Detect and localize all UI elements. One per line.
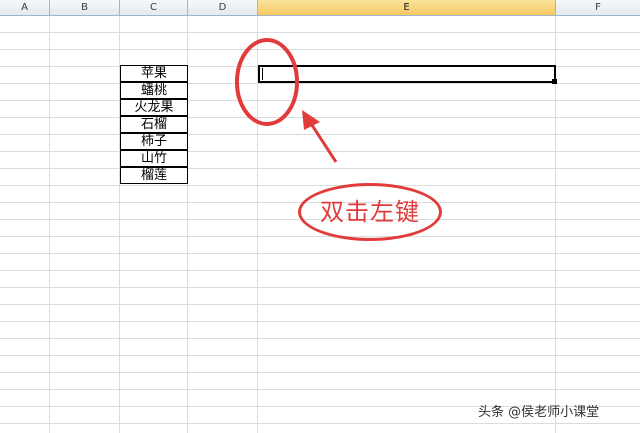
watermark: 头条 @侯老师小课堂 (478, 405, 600, 420)
highlight-ellipse (235, 38, 299, 126)
annotation-callout: 双击左键 (298, 183, 442, 241)
arrow-head (302, 110, 320, 130)
arrow-shaft (308, 121, 338, 163)
